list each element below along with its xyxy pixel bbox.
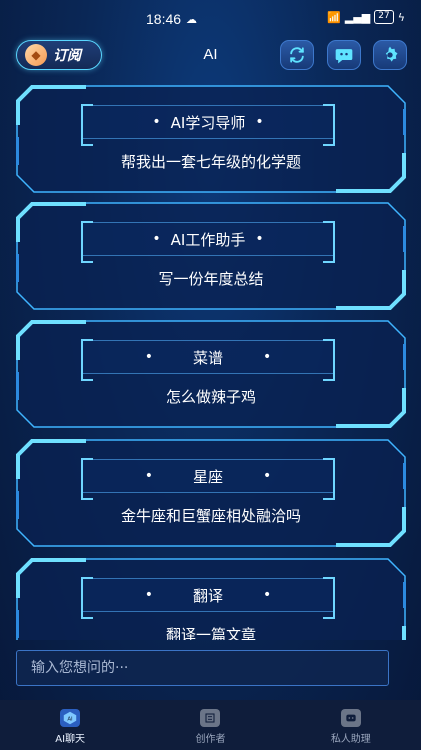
nav-label: 私人助理 — [330, 734, 371, 745]
dot-right: • — [255, 231, 264, 247]
refresh-icon — [290, 47, 304, 63]
prompt-card[interactable]: • AI工作助手 • 写一份年度总结 — [16, 202, 406, 310]
svg-text:AI: AI — [67, 716, 73, 722]
card-title-box: • 星座 • — [81, 458, 335, 500]
cloud-icon: ☁ — [186, 13, 197, 26]
charging-icon: ϟ — [397, 10, 405, 24]
nav-label: 创作者 — [195, 734, 226, 745]
header: ◆ 订阅 AI — [0, 38, 421, 74]
card-prompt: 怎么做辣子鸡 — [165, 388, 256, 406]
card-frame — [16, 202, 406, 310]
dot-right: • — [263, 349, 272, 365]
card-title-box: • 翻译 • — [81, 577, 335, 619]
card-title: 菜谱 — [192, 348, 223, 367]
card-prompt: 帮我出一套七年级的化学题 — [120, 153, 301, 171]
card-title: 星座 — [192, 467, 223, 486]
question-input[interactable] — [17, 651, 388, 685]
dot-right: • — [263, 587, 272, 603]
dot-left: • — [144, 468, 153, 484]
chat-bot-icon — [335, 49, 353, 64]
dot-right: • — [255, 114, 264, 130]
wifi-icon: 📶 — [327, 10, 341, 24]
status-bar: 18:46 ☁ 📶 ▂▄▆ 27 ϟ — [0, 0, 421, 38]
card-title: 翻译 — [192, 586, 223, 605]
battery-icon: 27 — [374, 10, 394, 24]
prompt-card[interactable]: • 翻译 • 翻译一篇文章 — [16, 558, 406, 640]
dot-left: • — [152, 231, 161, 247]
status-indicators: 📶 ▂▄▆ 27 ϟ — [327, 10, 405, 24]
creator-icon — [200, 709, 221, 727]
prompt-card[interactable]: • AI学习导师 • 帮我出一套七年级的化学题 — [16, 85, 406, 193]
card-frame — [16, 85, 406, 193]
status-time: 18:46 — [146, 11, 182, 27]
nav-creator[interactable]: 创作者 — [140, 700, 280, 750]
assistant-icon — [340, 709, 361, 727]
dot-left: • — [144, 349, 153, 365]
prompt-card[interactable]: • 星座 • 金牛座和巨蟹座相处融洽吗 — [16, 439, 406, 547]
dot-left: • — [152, 114, 161, 130]
chat-bot-button[interactable] — [327, 40, 361, 70]
ai-chat-icon: AI — [60, 709, 81, 727]
card-frame — [16, 439, 406, 547]
card-prompt: 写一份年度总结 — [158, 270, 264, 288]
gear-icon — [385, 46, 398, 62]
card-prompt: 翻译一篇文章 — [165, 626, 256, 640]
settings-button[interactable] — [373, 40, 407, 70]
signal-icon: ▂▄▆ — [344, 10, 371, 24]
card-frame — [16, 320, 406, 428]
card-title-box: • 菜谱 • — [81, 339, 335, 381]
card-prompt: 金牛座和巨蟹座相处融洽吗 — [120, 507, 301, 525]
card-title-box: • AI学习导师 • — [81, 104, 335, 146]
nav-private-assistant[interactable]: 私人助理 — [281, 700, 421, 750]
prompt-card-list: • AI学习导师 • 帮我出一套七年级的化学题 • AI工作助手 • 写一份年度… — [0, 80, 421, 640]
prompt-card[interactable]: • 菜谱 • 怎么做辣子鸡 — [16, 320, 406, 428]
dot-left: • — [144, 587, 153, 603]
nav-ai-chat[interactable]: AI AI聊天 — [0, 700, 140, 750]
question-input-box — [16, 650, 389, 686]
dot-right: • — [263, 468, 272, 484]
refresh-button[interactable] — [280, 40, 314, 70]
bottom-nav: AI AI聊天 创作者 私人助理 — [0, 700, 421, 750]
card-title: AI工作助手 — [170, 230, 246, 249]
nav-label: AI聊天 — [55, 734, 86, 745]
card-title: AI学习导师 — [170, 113, 246, 132]
card-title-box: • AI工作助手 • — [81, 221, 335, 263]
